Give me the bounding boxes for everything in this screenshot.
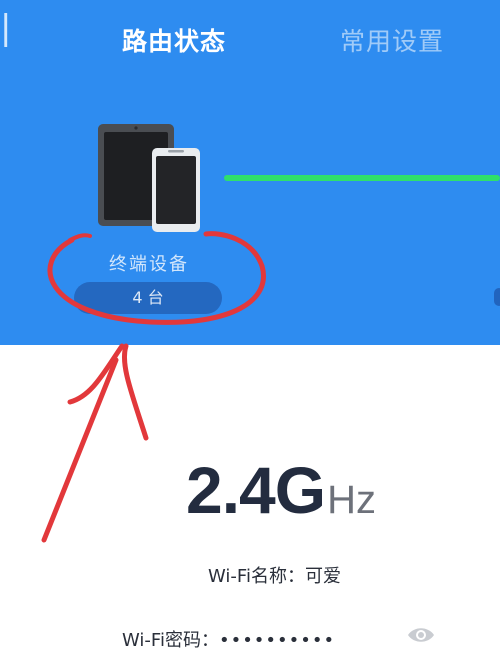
router-edge (494, 288, 500, 306)
annotation-arrow-tail (41, 357, 119, 543)
connection-line (224, 175, 500, 181)
annotation-arrow-head-left (67, 343, 125, 405)
wifi-password-value: •••••••••• (218, 630, 336, 651)
annotation-arrow-shaft (121, 343, 149, 441)
device-count-badge[interactable]: 4 台 (74, 282, 222, 314)
wifi-name-value: 可爱 (304, 566, 341, 587)
tablet-phone-icon[interactable] (96, 120, 204, 232)
tab-common-settings[interactable]: 常用设置 (340, 22, 444, 58)
tab-router-status[interactable]: 路由状态 (122, 22, 226, 58)
frequency-display: 2.4GHz (186, 452, 376, 528)
wifi-name-label: Wi-Fi名称： (208, 566, 305, 587)
eye-icon[interactable] (406, 624, 436, 646)
wifi-password-row: Wi-Fi密码：•••••••••• (122, 626, 335, 652)
status-header: | 路由状态 常用设置 终端设备 4 台 (0, 0, 500, 345)
frequency-value: 2.4G (186, 453, 326, 527)
wifi-name-row: Wi-Fi名称：可爱 (208, 562, 341, 588)
frequency-unit: Hz (327, 478, 376, 522)
terminal-devices-label: 终端设备 (109, 254, 189, 275)
edge-indicator: | (0, 8, 12, 48)
wifi-password-label: Wi-Fi密码： (122, 630, 219, 651)
